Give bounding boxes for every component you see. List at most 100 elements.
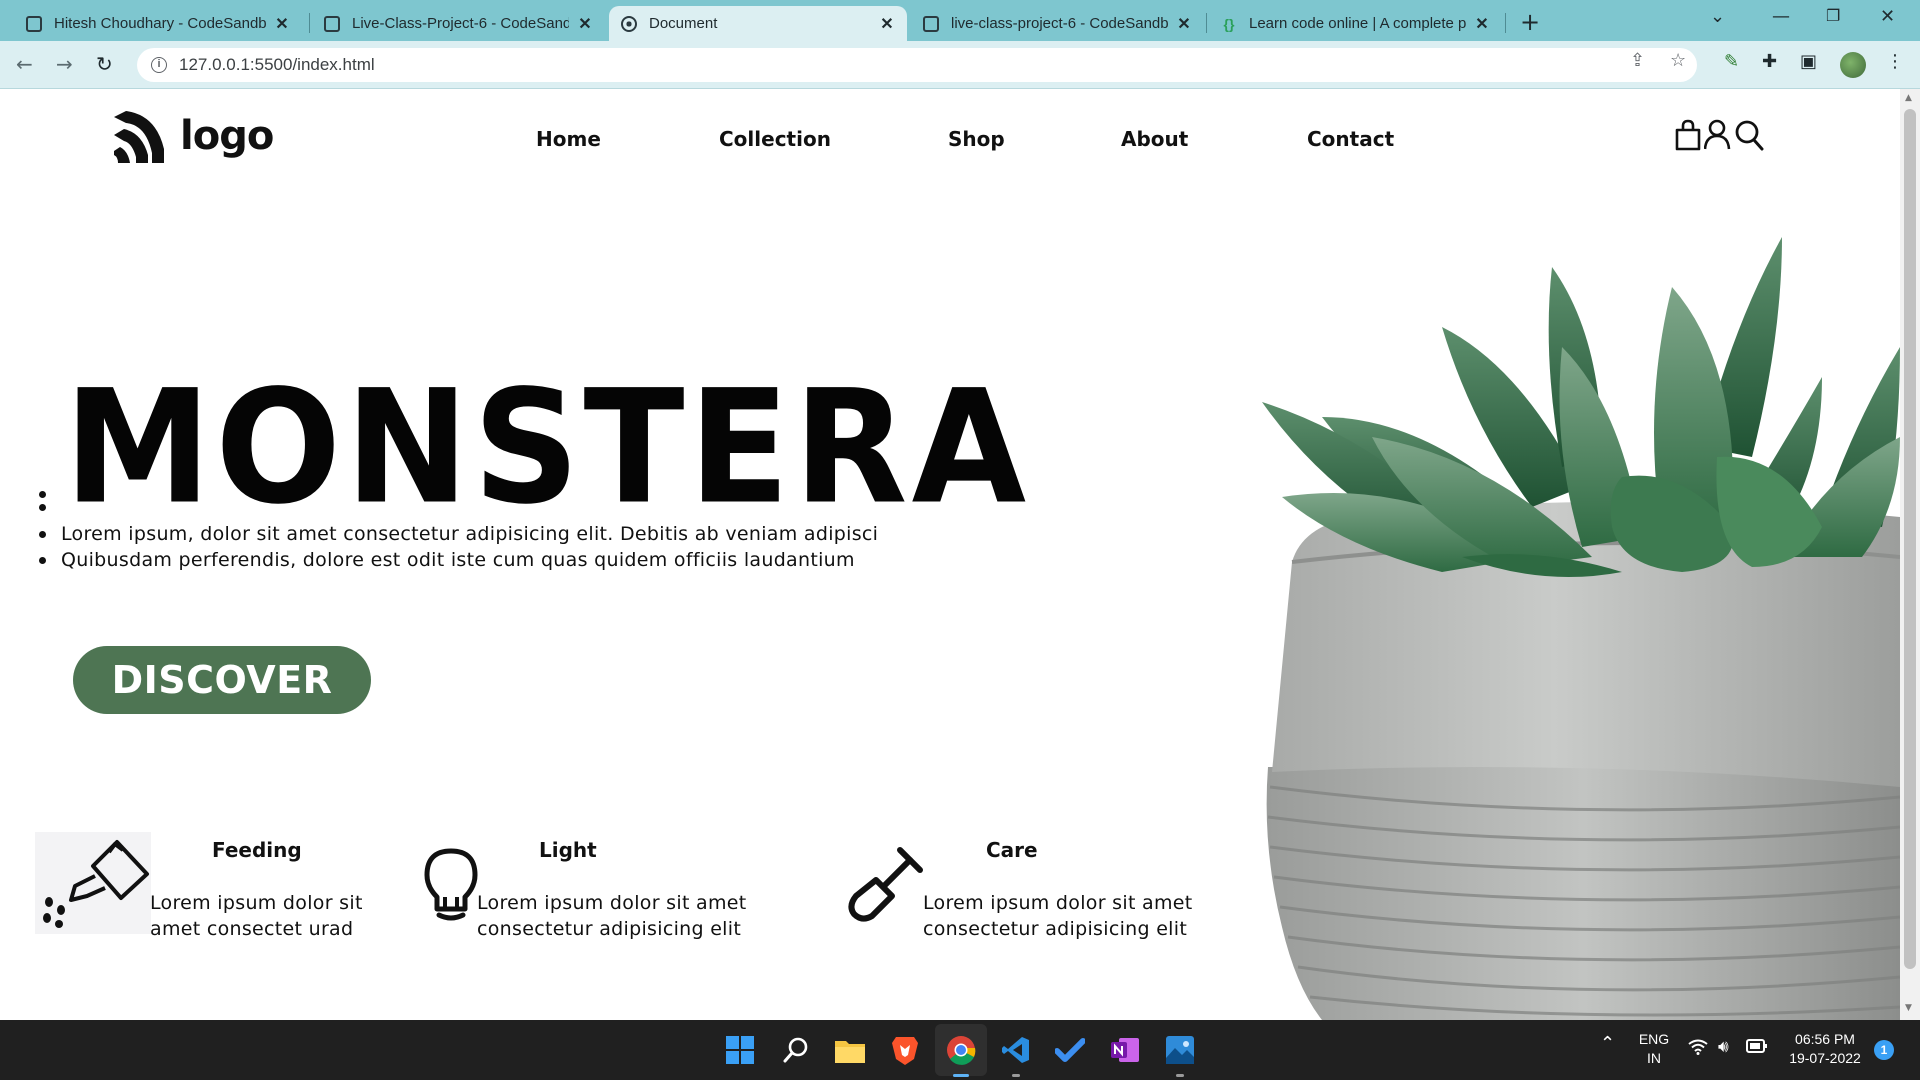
close-icon[interactable]: ✕	[575, 14, 595, 34]
brave-browser-icon[interactable]	[889, 1034, 921, 1066]
hero-bullet: Quibusdam perferendis, dolore est odit i…	[39, 547, 878, 573]
reload-icon[interactable]: ↻	[96, 52, 113, 76]
windows-start-icon[interactable]	[724, 1034, 756, 1066]
scrollbar-thumb[interactable]	[1904, 109, 1916, 969]
close-icon[interactable]: ✕	[1174, 14, 1194, 34]
feature-text-line: Lorem ipsum dolor sit amet	[477, 892, 747, 914]
feature-title-care: Care	[986, 838, 1038, 862]
square-icon	[324, 15, 340, 32]
onenote-icon[interactable]	[1109, 1034, 1141, 1066]
globe-icon	[621, 15, 637, 32]
nav-collection[interactable]: Collection	[719, 127, 831, 151]
restore-icon[interactable]: ❐	[1826, 6, 1840, 25]
discover-button[interactable]: DISCOVER	[73, 646, 371, 714]
watering-can-icon	[35, 832, 151, 934]
square-icon	[923, 15, 939, 32]
site-logo[interactable]: logo	[112, 109, 274, 163]
region-code: IN	[1647, 1050, 1661, 1066]
feature-text-care: Lorem ipsum dolor sit amet consectetur a…	[923, 890, 1193, 942]
nav-home[interactable]: Home	[536, 127, 601, 151]
notification-badge[interactable]: 1	[1874, 1040, 1894, 1060]
brace-icon: {}	[1223, 15, 1235, 32]
back-arrow-icon[interactable]: ←	[16, 52, 33, 76]
tab-title: Document	[649, 15, 718, 32]
feature-text-line: consectetur adipisicing elit	[477, 918, 742, 940]
browser-tab-bar: Hitesh Choudhary - CodeSandbo ✕ Live-Cla…	[0, 0, 1920, 41]
site-info-icon[interactable]: i	[151, 57, 167, 73]
photos-icon[interactable]	[1164, 1034, 1196, 1066]
vscode-icon[interactable]	[1000, 1034, 1032, 1066]
tab-live-class-project[interactable]: Live-Class-Project-6 - CodeSandb ✕	[312, 6, 605, 41]
nav-contact[interactable]: Contact	[1307, 127, 1394, 151]
scroll-down-arrow-icon[interactable]: ▼	[1905, 1003, 1912, 1013]
hero-description-list: Lorem ipsum, dolor sit amet consectetur …	[39, 521, 878, 573]
feature-text-line: Lorem ipsum dolor sit amet	[923, 892, 1193, 914]
close-icon[interactable]: ✕	[272, 14, 292, 34]
close-icon[interactable]: ✕	[877, 14, 897, 34]
volume-icon[interactable]: 🔊︎	[1718, 1037, 1729, 1056]
close-icon[interactable]: ✕	[1472, 14, 1492, 34]
side-panel-icon[interactable]: ▣	[1800, 51, 1817, 72]
shovel-icon	[848, 847, 923, 922]
feature-text-line: consectetur adipisicing elit	[923, 918, 1188, 940]
nav-about[interactable]: About	[1121, 127, 1188, 151]
browser-menu-icon[interactable]: ⋮	[1886, 51, 1904, 72]
tab-divider	[1505, 13, 1506, 33]
windows-taskbar: ⌃ ENG IN 🔊︎ 06:56 PM 19-07-2022 1	[0, 1020, 1920, 1080]
running-indicator	[953, 1074, 969, 1077]
tab-hitesh-codesandbox[interactable]: Hitesh Choudhary - CodeSandbo ✕	[14, 6, 302, 41]
taskbar-search-icon[interactable]	[780, 1034, 812, 1066]
file-explorer-icon[interactable]	[834, 1034, 866, 1066]
tab-learn-code-online[interactable]: {} Learn code online | A complete p ✕	[1209, 6, 1502, 41]
tab-divider	[309, 13, 310, 33]
tab-search-chevron-icon[interactable]: ⌄	[1710, 6, 1725, 27]
tray-chevron-up-icon[interactable]: ⌃	[1600, 1034, 1615, 1053]
lightbulb-icon	[424, 848, 478, 921]
tab-title: Learn code online | A complete p	[1249, 15, 1466, 32]
url-text: 127.0.0.1:5500/index.html	[179, 55, 375, 74]
feature-text-feeding: Lorem ipsum dolor sit amet consectet ura…	[150, 890, 363, 942]
share-icon[interactable]: ⇪	[1630, 50, 1645, 71]
bullet-dot	[39, 491, 46, 498]
clock-time: 06:56 PM	[1795, 1031, 1855, 1047]
tab-title: Hitesh Choudhary - CodeSandbo	[54, 15, 266, 32]
feature-title-light: Light	[539, 838, 597, 862]
clock-date: 19-07-2022	[1789, 1050, 1861, 1066]
tab-title: live-class-project-6 - CodeSandb	[951, 15, 1168, 32]
window-close-icon[interactable]: ✕	[1880, 6, 1895, 27]
battery-icon[interactable]	[1746, 1039, 1768, 1058]
new-tab-plus-icon[interactable]: +	[1520, 8, 1540, 36]
wifi-icon[interactable]	[1688, 1039, 1708, 1060]
web-page: logo Home Collection Shop About Contact …	[0, 89, 1900, 1020]
bullet-dot	[39, 504, 46, 511]
address-bar[interactable]: i 127.0.0.1:5500/index.html	[137, 48, 1697, 82]
minimize-icon[interactable]: —	[1772, 6, 1790, 27]
chrome-icon[interactable]	[945, 1034, 977, 1066]
square-icon	[26, 15, 42, 32]
hero-title: MONSTERA	[64, 356, 1031, 539]
tab-live-class-project-lower[interactable]: live-class-project-6 - CodeSandb ✕	[911, 6, 1204, 41]
clock[interactable]: 06:56 PM 19-07-2022	[1784, 1030, 1866, 1068]
tab-document[interactable]: Document ✕	[609, 6, 907, 41]
running-indicator	[1012, 1074, 1020, 1077]
bag-icon[interactable]	[1674, 119, 1704, 151]
succulent-pot-image	[1262, 237, 1900, 1020]
language-indicator[interactable]: ENG IN	[1636, 1030, 1672, 1068]
logo-text: logo	[180, 113, 274, 159]
header-icons	[1674, 119, 1764, 151]
page-scrollbar[interactable]: ▲ ▼	[1900, 89, 1920, 1020]
profile-avatar[interactable]	[1840, 52, 1866, 78]
feature-text-line: amet consectet urad	[150, 918, 354, 940]
nav-shop[interactable]: Shop	[948, 127, 1005, 151]
search-icon[interactable]	[1734, 119, 1764, 151]
running-indicator	[1176, 1074, 1184, 1077]
scroll-up-arrow-icon[interactable]: ▲	[1905, 93, 1912, 103]
tab-title: Live-Class-Project-6 - CodeSandb	[352, 15, 569, 32]
extensions-puzzle-icon[interactable]: ✚	[1762, 51, 1777, 72]
forward-arrow-icon[interactable]: →	[56, 52, 73, 76]
user-icon[interactable]	[1704, 119, 1734, 151]
todo-icon[interactable]	[1054, 1034, 1086, 1066]
extension-pen-icon[interactable]: ✎	[1724, 51, 1739, 72]
browser-toolbar: ← → ↻ i 127.0.0.1:5500/index.html ⇪ ☆ ✎ …	[0, 41, 1920, 89]
bookmark-star-icon[interactable]: ☆	[1670, 50, 1686, 71]
